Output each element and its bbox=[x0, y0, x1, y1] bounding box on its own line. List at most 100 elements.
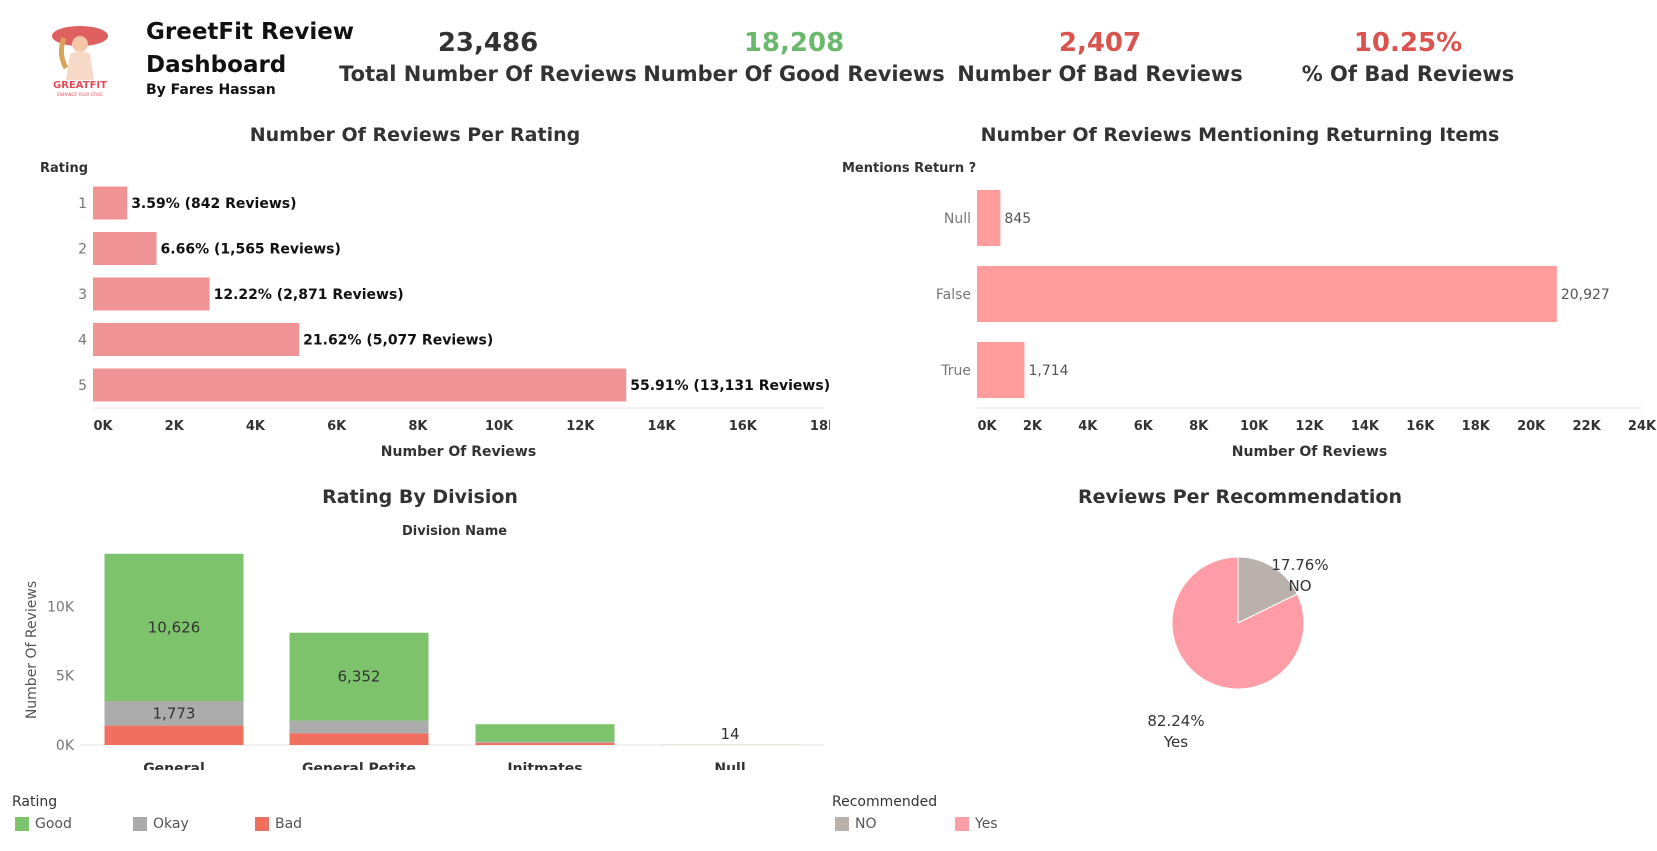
chart-returns-value-label: 1,714 bbox=[1028, 363, 1068, 379]
chart-returns-tick-label: 8K bbox=[1189, 419, 1209, 434]
division-value-label: 6,352 bbox=[338, 668, 381, 686]
kpi-bad-pct-value: 10.25% bbox=[1353, 28, 1463, 58]
legend-good-label: Good bbox=[35, 816, 72, 832]
division-bar-segment bbox=[475, 742, 615, 745]
chart-rating-value-label: 12.22% (2,871 Reviews) bbox=[214, 287, 404, 303]
chart-returns-bar bbox=[977, 190, 1001, 246]
chart-returns-tick-label: 0K bbox=[977, 419, 997, 434]
division-value-label: 10,626 bbox=[148, 618, 201, 636]
pie-chart-title: Reviews Per Recommendation bbox=[1077, 486, 1402, 508]
chart-rating-bar bbox=[93, 277, 210, 311]
rating-axis-head: Rating bbox=[40, 161, 89, 176]
chart-returns-tick-label: 24K bbox=[1628, 419, 1657, 434]
returns-bar-chart: Null 845 False 20,927 True 1,714 0K 2K 4K 6K 8K 10K… bbox=[936, 190, 1657, 460]
chart-returns-tick-label: 20K bbox=[1517, 419, 1546, 434]
division-bar-segment bbox=[289, 733, 429, 745]
chart-returns-tick-label: 4K bbox=[1078, 419, 1098, 434]
chart-rating-tick-label: 14K bbox=[647, 419, 676, 434]
chart-rating-tick-label: 0K bbox=[93, 419, 113, 434]
division-bar-segment bbox=[104, 725, 244, 745]
legend-good[interactable]: Good bbox=[15, 816, 72, 832]
chart-rating-tick-label: 10K bbox=[485, 419, 514, 434]
division-tick-label: 0K bbox=[56, 738, 75, 754]
chart-rating-tick-label: 16K bbox=[729, 419, 758, 434]
legend-okay[interactable]: Okay bbox=[133, 816, 189, 832]
pie-label-no-pct: 17.76% bbox=[1271, 556, 1328, 574]
chart-rating-category-label: 4 bbox=[78, 333, 87, 349]
chart-returns-tick-label: 2K bbox=[1023, 419, 1043, 434]
legend-yes-label: Yes bbox=[975, 816, 998, 832]
pie-label-yes-pct: 82.24% bbox=[1147, 712, 1204, 730]
rating-chart-title: Number Of Reviews Per Rating bbox=[249, 124, 581, 146]
chart-rating-value-label: 21.62% (5,077 Reviews) bbox=[303, 333, 493, 349]
returns-chart-title: Number Of Reviews Mentioning Returning I… bbox=[980, 124, 1500, 146]
division-stacked-bar-chart: 0K 5K 10K Number Of Reviews General General P… bbox=[24, 553, 824, 770]
chart-returns-tick-label: 6K bbox=[1134, 419, 1154, 434]
kpi-bad-value: 2,407 bbox=[1058, 28, 1142, 58]
chart-rating-tick-label: 12K bbox=[566, 419, 595, 434]
logo-text: GREATFIT bbox=[53, 80, 107, 91]
chart-rating-tick-label: 4K bbox=[246, 419, 266, 434]
division-bar-segment bbox=[289, 720, 429, 734]
legend-bad-swatch bbox=[255, 817, 269, 831]
division-axis-head: Division Name bbox=[402, 524, 508, 539]
chart-returns-x-axis-title: Number Of Reviews bbox=[1232, 444, 1387, 460]
chart-returns-tick-label: 12K bbox=[1295, 419, 1324, 434]
chart-rating-bar bbox=[93, 323, 300, 356]
division-bar-segment bbox=[475, 741, 615, 743]
chart-returns-category-label: Null bbox=[944, 211, 971, 227]
returns-axis-head: Mentions Return ? bbox=[842, 161, 977, 176]
chart-rating-value-label: 3.59% (842 Reviews) bbox=[131, 196, 296, 212]
chart-returns-category-label: False bbox=[936, 287, 971, 303]
division-category-label: General bbox=[143, 761, 205, 770]
chart-rating-tick-label: 18K bbox=[810, 419, 830, 434]
rating-legend-title: Rating bbox=[12, 794, 58, 810]
legend-yes[interactable]: Yes bbox=[955, 816, 998, 832]
kpi-good-value: 18,208 bbox=[743, 28, 845, 58]
title-line1: GreetFit Review bbox=[146, 19, 355, 45]
chart-rating-tick-label: 6K bbox=[327, 419, 347, 434]
chart-rating-tick-label: 8K bbox=[408, 419, 428, 434]
division-chart-title: Rating By Division bbox=[322, 486, 518, 508]
division-category-label: Initmates bbox=[507, 761, 582, 770]
chart-rating-tick-label: 2K bbox=[165, 419, 185, 434]
chart-returns-tick-label: 16K bbox=[1406, 419, 1435, 434]
pie-label-no-name: NO bbox=[1288, 577, 1311, 595]
division-category-label: General Petite bbox=[302, 761, 416, 770]
chart-rating-category-label: 1 bbox=[78, 196, 87, 212]
chart-returns-value-label: 845 bbox=[1004, 211, 1031, 227]
legend-okay-label: Okay bbox=[153, 816, 189, 832]
chart-returns-value-label: 20,927 bbox=[1561, 287, 1610, 303]
recommendation-pie-chart: 17.76% NO 82.24% Yes bbox=[1147, 556, 1328, 751]
division-tick-label: 10K bbox=[47, 599, 75, 615]
division-y-axis-title: Number Of Reviews bbox=[24, 581, 40, 719]
kpi-good-label: Number Of Good Reviews bbox=[643, 62, 945, 86]
legend-yes-swatch bbox=[955, 817, 969, 831]
chart-rating-category-label: 2 bbox=[78, 242, 87, 258]
legend-good-swatch bbox=[15, 817, 29, 831]
chart-rating-bar bbox=[93, 232, 157, 265]
kpi-bad-pct-label: % Of Bad Reviews bbox=[1301, 62, 1515, 86]
logo: GREATFIT ENHANCE YOUR STYLE bbox=[40, 14, 120, 98]
division-category-label: Null bbox=[714, 761, 745, 770]
kpi-total-value: 23,486 bbox=[437, 28, 539, 58]
legend-no-swatch bbox=[835, 817, 849, 831]
legend-okay-swatch bbox=[133, 817, 147, 831]
logo-tagline: ENHANCE YOUR STYLE bbox=[57, 92, 103, 97]
legend-bad[interactable]: Bad bbox=[255, 816, 302, 832]
chart-rating-category-label: 5 bbox=[78, 378, 87, 394]
kpi-total-label: Total Number Of Reviews bbox=[339, 62, 637, 86]
kpi-bad-label: Number Of Bad Reviews bbox=[957, 62, 1243, 86]
legend-no[interactable]: NO bbox=[835, 816, 877, 832]
rating-bar-chart: 1 3.59% (842 Reviews) 2 6.66% (1,565 Review… bbox=[78, 186, 830, 460]
recommended-legend-title: Recommended bbox=[832, 794, 938, 810]
chart-returns-tick-label: 14K bbox=[1351, 419, 1380, 434]
chart-rating-bar bbox=[93, 368, 627, 402]
chart-returns-bar bbox=[977, 266, 1557, 322]
division-value-label: 1,773 bbox=[153, 704, 196, 722]
chart-returns-category-label: True bbox=[940, 363, 971, 379]
division-tick-label: 5K bbox=[56, 669, 75, 685]
division-value-label: 14 bbox=[720, 725, 739, 743]
pie-label-yes-name: Yes bbox=[1163, 733, 1188, 751]
legend-no-label: NO bbox=[855, 816, 877, 832]
